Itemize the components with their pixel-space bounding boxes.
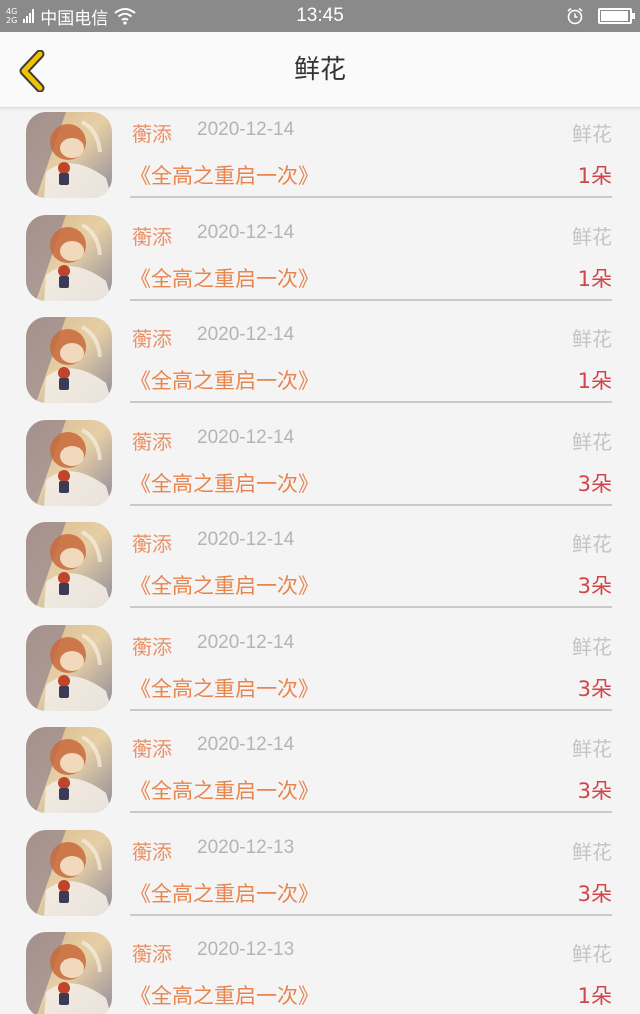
book-title: 《全高之重启一次》 (130, 471, 319, 496)
row-divider (130, 811, 612, 813)
book-title: 《全高之重启一次》 (130, 574, 319, 598)
row-divider (130, 401, 612, 403)
gift-type: 鲜花 (572, 429, 612, 454)
gift-date: 2020-12-14 (197, 221, 295, 243)
user-name: 蘅添 (132, 532, 172, 556)
gift-date: 2020-12-14 (197, 734, 295, 755)
book-title: 《全高之重启一次》 (130, 369, 319, 393)
row-divider (130, 298, 612, 301)
alarm-icon (567, 7, 583, 25)
status-right (566, 0, 635, 32)
avatar[interactable] (26, 624, 112, 711)
user-name: 蘅添 (132, 942, 172, 966)
gift-count: 3朵 (577, 574, 612, 598)
avatar[interactable] (26, 829, 112, 916)
book-title: 《全高之重启一次》 (130, 676, 319, 701)
gift-count: 1朵 (577, 984, 612, 1008)
user-name: 蘅添 (132, 634, 172, 659)
list-item[interactable]: 蘅添 2020-12-14 鲜花《全高之重启一次》 1朵 (0, 211, 640, 314)
gift-count: 3朵 (577, 676, 612, 701)
list-item[interactable]: 蘅添 2020-12-14 鲜花《全高之重启一次》 1朵 (0, 108, 640, 211)
user-name: 蘅添 (132, 224, 172, 249)
gift-date: 2020-12-13 (197, 939, 295, 960)
gift-type: 鲜花 (572, 327, 612, 351)
user-name: 蘅添 (132, 737, 172, 761)
avatar[interactable] (26, 112, 112, 198)
battery-icon (598, 8, 635, 24)
user-name: 蘅添 (132, 839, 172, 864)
avatar[interactable] (26, 419, 112, 506)
row-divider (130, 606, 612, 608)
gift-date: 2020-12-13 (197, 836, 295, 858)
avatar[interactable] (26, 932, 112, 1014)
avatar[interactable] (26, 214, 112, 301)
status-time: 13:45 (296, 5, 344, 26)
user-name: 蘅添 (132, 429, 172, 454)
gift-type: 鲜花 (572, 737, 612, 761)
row-divider (130, 503, 612, 506)
gift-count: 1朵 (577, 164, 612, 188)
row-divider (130, 913, 612, 916)
list-item[interactable]: 蘅添 2020-12-14 鲜花《全高之重启一次》 3朵 (0, 621, 640, 724)
avatar[interactable] (26, 317, 112, 403)
book-title: 《全高之重启一次》 (130, 881, 319, 906)
gift-count: 1朵 (577, 369, 612, 393)
gift-type: 鲜花 (572, 942, 612, 966)
list-item[interactable]: 蘅添 2020-12-13 鲜花《全高之重启一次》 1朵 (0, 928, 640, 1014)
list-item[interactable]: 蘅添 2020-12-14 鲜花《全高之重启一次》 3朵 (0, 723, 640, 826)
gift-date: 2020-12-14 (197, 119, 295, 140)
gift-date: 2020-12-14 (197, 631, 295, 653)
gift-count: 3朵 (577, 881, 612, 906)
book-title: 《全高之重启一次》 (130, 779, 319, 803)
avatar[interactable] (26, 522, 112, 608)
gift-type: 鲜花 (572, 224, 612, 249)
gift-date: 2020-12-14 (197, 324, 295, 345)
book-title: 《全高之重启一次》 (130, 164, 319, 188)
gift-type: 鲜花 (572, 839, 612, 864)
gift-count: 3朵 (577, 779, 612, 803)
gift-type: 鲜花 (572, 634, 612, 659)
flower-record-list: 蘅添 2020-12-14 鲜花 《全高之重启一次》 1朵 蘅添 2020-12-14 鲜花… (0, 108, 640, 1014)
avatar[interactable] (26, 727, 112, 813)
gift-date: 2020-12-14 (197, 529, 295, 550)
row-divider (130, 708, 612, 711)
page-title: 鲜花 (293, 55, 346, 85)
battery-fill (601, 11, 628, 21)
gift-count: 1朵 (577, 266, 612, 291)
gift-type: 鲜花 (572, 532, 612, 556)
list-item[interactable]: 蘅添 2020-12-14 鲜花《全高之重启一次》 1朵 (0, 313, 640, 416)
status-bar: 4G 2G 中国电信 13:45 (0, 0, 640, 32)
row-divider (130, 196, 612, 198)
book-title: 《全高之重启一次》 (130, 266, 319, 291)
app-header: 鲜花 (0, 32, 640, 108)
gift-count: 3朵 (577, 471, 612, 496)
gift-type: 鲜花 (572, 122, 612, 146)
list-item[interactable]: 蘅添 2020-12-14 鲜花《全高之重启一次》 3朵 (0, 416, 640, 519)
user-name: 蘅添 (132, 327, 172, 351)
book-title: 《全高之重启一次》 (130, 984, 319, 1008)
gift-date: 2020-12-14 (197, 426, 295, 448)
list-item[interactable]: 蘅添 2020-12-13 鲜花《全高之重启一次》 3朵 (0, 826, 640, 929)
user-name: 蘅添 (132, 122, 172, 146)
list-item[interactable]: 蘅添 2020-12-14 鲜花《全高之重启一次》 3朵 (0, 518, 640, 621)
